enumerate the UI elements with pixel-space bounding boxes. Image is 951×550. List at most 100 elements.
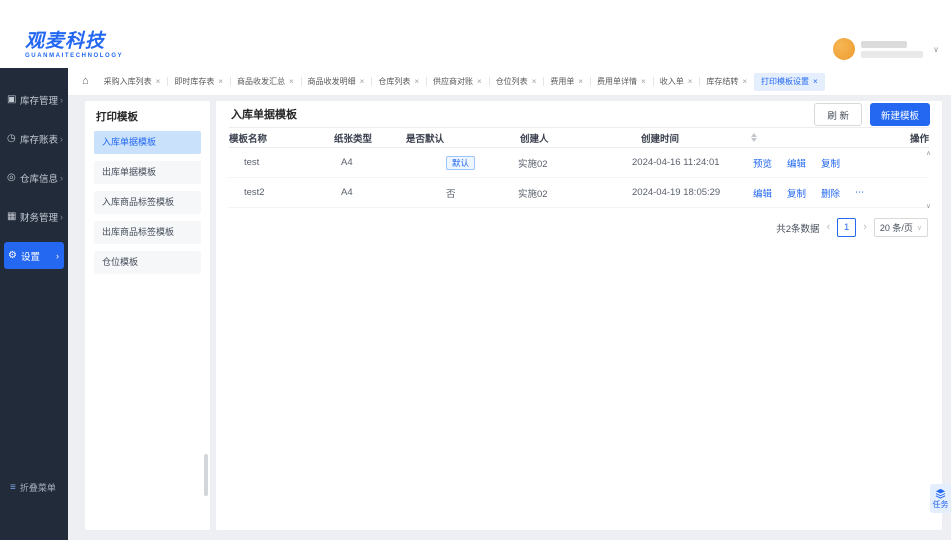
close-icon[interactable]: ×	[156, 77, 161, 86]
task-drawer-button[interactable]: 任务	[930, 484, 951, 513]
tab[interactable]: 库存结转 ×	[699, 68, 754, 95]
sidebar-item-label: 财务管理	[20, 212, 59, 224]
action-link[interactable]: 编辑	[787, 156, 806, 170]
refresh-button[interactable]: 刷 新	[814, 103, 862, 126]
print-template-panel: 打印模板 入库单据模板 出库单据模板 入库商品标签模板 出库商品标签模板 仓位模…	[85, 101, 210, 530]
close-icon[interactable]: ×	[414, 77, 419, 86]
tab-label: 即时库存表	[174, 77, 215, 86]
tab[interactable]: 费用单详情 ×	[590, 68, 653, 95]
next-page-icon[interactable]: ›	[863, 222, 867, 233]
chevron-down-icon[interactable]: ∨	[933, 45, 939, 54]
sidebar: ▣ 库存管理 › ◷ 库存账表 › ◎ 仓库信息 › ▦ 财务管理 › ⚙ 设置…	[0, 68, 68, 540]
sidebar-item[interactable]: ◎ 仓库信息 ›	[0, 158, 68, 197]
current-page-button[interactable]: 1	[837, 218, 857, 237]
panel-header: 入库单据模板 刷 新 新建模板	[216, 101, 942, 127]
close-icon[interactable]: ×	[688, 77, 693, 86]
scroll-up-icon[interactable]: ∧	[926, 149, 931, 157]
tab-label: 商品收发明细	[307, 77, 356, 86]
table-header-row: 模板名称 纸张类型 是否默认 创建人 创建时间 操作	[229, 127, 929, 148]
close-icon[interactable]: ×	[289, 77, 294, 86]
close-icon[interactable]: ×	[578, 77, 583, 86]
tab[interactable]: 仓位列表 ×	[488, 68, 544, 95]
sidebar-item[interactable]: ▣ 库存管理 ›	[0, 80, 68, 119]
sidebar-item-label: 库存管理	[20, 95, 59, 107]
table-scrollbar[interactable]: ∧ ∨	[924, 149, 933, 210]
tab[interactable]: 即时库存表 ×	[167, 68, 230, 95]
page-title: 入库单据模板	[231, 109, 297, 121]
chevron-right-icon: ›	[60, 172, 63, 183]
close-icon[interactable]: ×	[477, 77, 482, 86]
default-text: 否	[446, 188, 456, 200]
tab[interactable]: 商品收发汇总 ×	[230, 68, 301, 95]
create-template-button[interactable]: 新建模板	[869, 103, 930, 126]
sidebar-item-label: 设置	[21, 251, 41, 263]
action-link[interactable]: 预览	[753, 156, 772, 170]
close-icon[interactable]: ×	[813, 77, 818, 86]
sidebar-menu: ▣ 库存管理 › ◷ 库存账表 › ◎ 仓库信息 › ▦ 财务管理 › ⚙ 设置…	[0, 68, 68, 269]
action-link[interactable]: ⋯	[855, 187, 865, 198]
action-link[interactable]: 编辑	[753, 186, 772, 200]
template-list-item[interactable]: 出库商品标签模板	[94, 221, 201, 244]
close-icon[interactable]: ×	[641, 77, 646, 86]
chevron-right-icon: ›	[60, 94, 63, 105]
tab-label: 库存结转	[706, 77, 739, 86]
close-icon[interactable]: ×	[742, 77, 747, 86]
tab-label: 打印模板设置	[761, 77, 810, 86]
tab-label: 采购入库列表	[103, 77, 152, 86]
template-list-item[interactable]: 入库商品标签模板	[94, 191, 201, 214]
action-link[interactable]: 删除	[821, 186, 840, 200]
user-name-redacted	[861, 40, 908, 48]
tab[interactable]: 采购入库列表 ×	[97, 68, 168, 95]
cell-paper-type: A4	[341, 187, 353, 198]
table-header-label: 创建人	[520, 133, 549, 145]
sidebar-item[interactable]: ◷ 库存账表 ›	[0, 119, 68, 158]
sort-icon[interactable]	[751, 133, 758, 142]
action-link[interactable]: 复制	[787, 186, 806, 200]
tab[interactable]: 打印模板设置 ×	[754, 72, 825, 91]
tab[interactable]: 收入单 ×	[652, 68, 700, 95]
sidebar-item-label: 仓库信息	[20, 173, 59, 185]
sidebar-item[interactable]: ▦ 财务管理 ›	[0, 197, 68, 236]
chevron-right-icon: ›	[56, 250, 59, 261]
sidebar-item[interactable]: ⚙ 设置 ›	[4, 242, 64, 269]
template-list-item[interactable]: 出库单据模板	[94, 161, 201, 184]
task-label: 任务	[932, 500, 949, 509]
app-window: 观麦科技 GUANMAITECHNOLOGY ∨ ▣ 库存管理 › ◷ 库存账表…	[0, 0, 951, 550]
gear-icon: ⚙	[8, 250, 17, 261]
table-header-cell: 操作	[910, 131, 929, 145]
collapse-menu-button[interactable]: ≡ 折叠菜单	[10, 481, 56, 494]
templates-table: 模板名称 纸张类型 是否默认 创建人 创建时间 操作 test A4 默认 实施…	[229, 127, 931, 210]
table-header-cell: 是否默认	[406, 131, 520, 145]
tab[interactable]: 费用单 ×	[543, 68, 590, 95]
hamburger-icon: ≡	[10, 482, 16, 493]
tab[interactable]: 商品收发明细 ×	[300, 68, 372, 95]
left-panel-scrollbar[interactable]	[204, 454, 208, 496]
close-icon[interactable]: ×	[218, 77, 223, 86]
prev-page-icon[interactable]: ‹	[827, 222, 831, 233]
user-menu[interactable]: ∨	[833, 38, 939, 60]
table-header-label: 操作	[909, 133, 929, 145]
tab-label: 商品收发汇总	[237, 77, 285, 86]
template-list-item[interactable]: 入库单据模板	[94, 131, 201, 154]
template-list-item[interactable]: 仓位模板	[94, 251, 201, 274]
table-header-label: 创建时间	[641, 133, 680, 145]
tab[interactable]: 仓库列表 ×	[371, 68, 426, 95]
home-icon[interactable]: ⌂	[82, 76, 89, 87]
avatar[interactable]	[833, 38, 856, 60]
action-link[interactable]: 复制	[821, 156, 840, 170]
tab-label: 仓位列表	[495, 77, 528, 86]
header-actions: 刷 新 新建模板	[814, 103, 930, 126]
close-icon[interactable]: ×	[360, 77, 365, 86]
user-info-redacted	[861, 40, 924, 58]
page-size-value: 20 条/页	[879, 223, 913, 233]
tab[interactable]: 供应商对账 ×	[426, 68, 489, 95]
top-header: 观麦科技 GUANMAITECHNOLOGY ∨	[0, 0, 951, 68]
tab-label: 仓库列表	[378, 77, 411, 86]
page-size-select[interactable]: 20 条/页 ∨	[873, 218, 928, 237]
cell-creator: 实施02	[518, 188, 548, 200]
close-icon[interactable]: ×	[532, 77, 537, 86]
open-tabs: 采购入库列表 × 即时库存表 × 商品收发汇总 × 商品收发明细 × 仓库列表 …	[97, 68, 825, 95]
tab-bar: ⌂ 采购入库列表 × 即时库存表 × 商品收发汇总 × 商品收发明细 × 仓库列…	[68, 68, 951, 96]
chevron-down-icon: ∨	[916, 224, 922, 232]
scroll-down-icon[interactable]: ∨	[926, 202, 931, 210]
